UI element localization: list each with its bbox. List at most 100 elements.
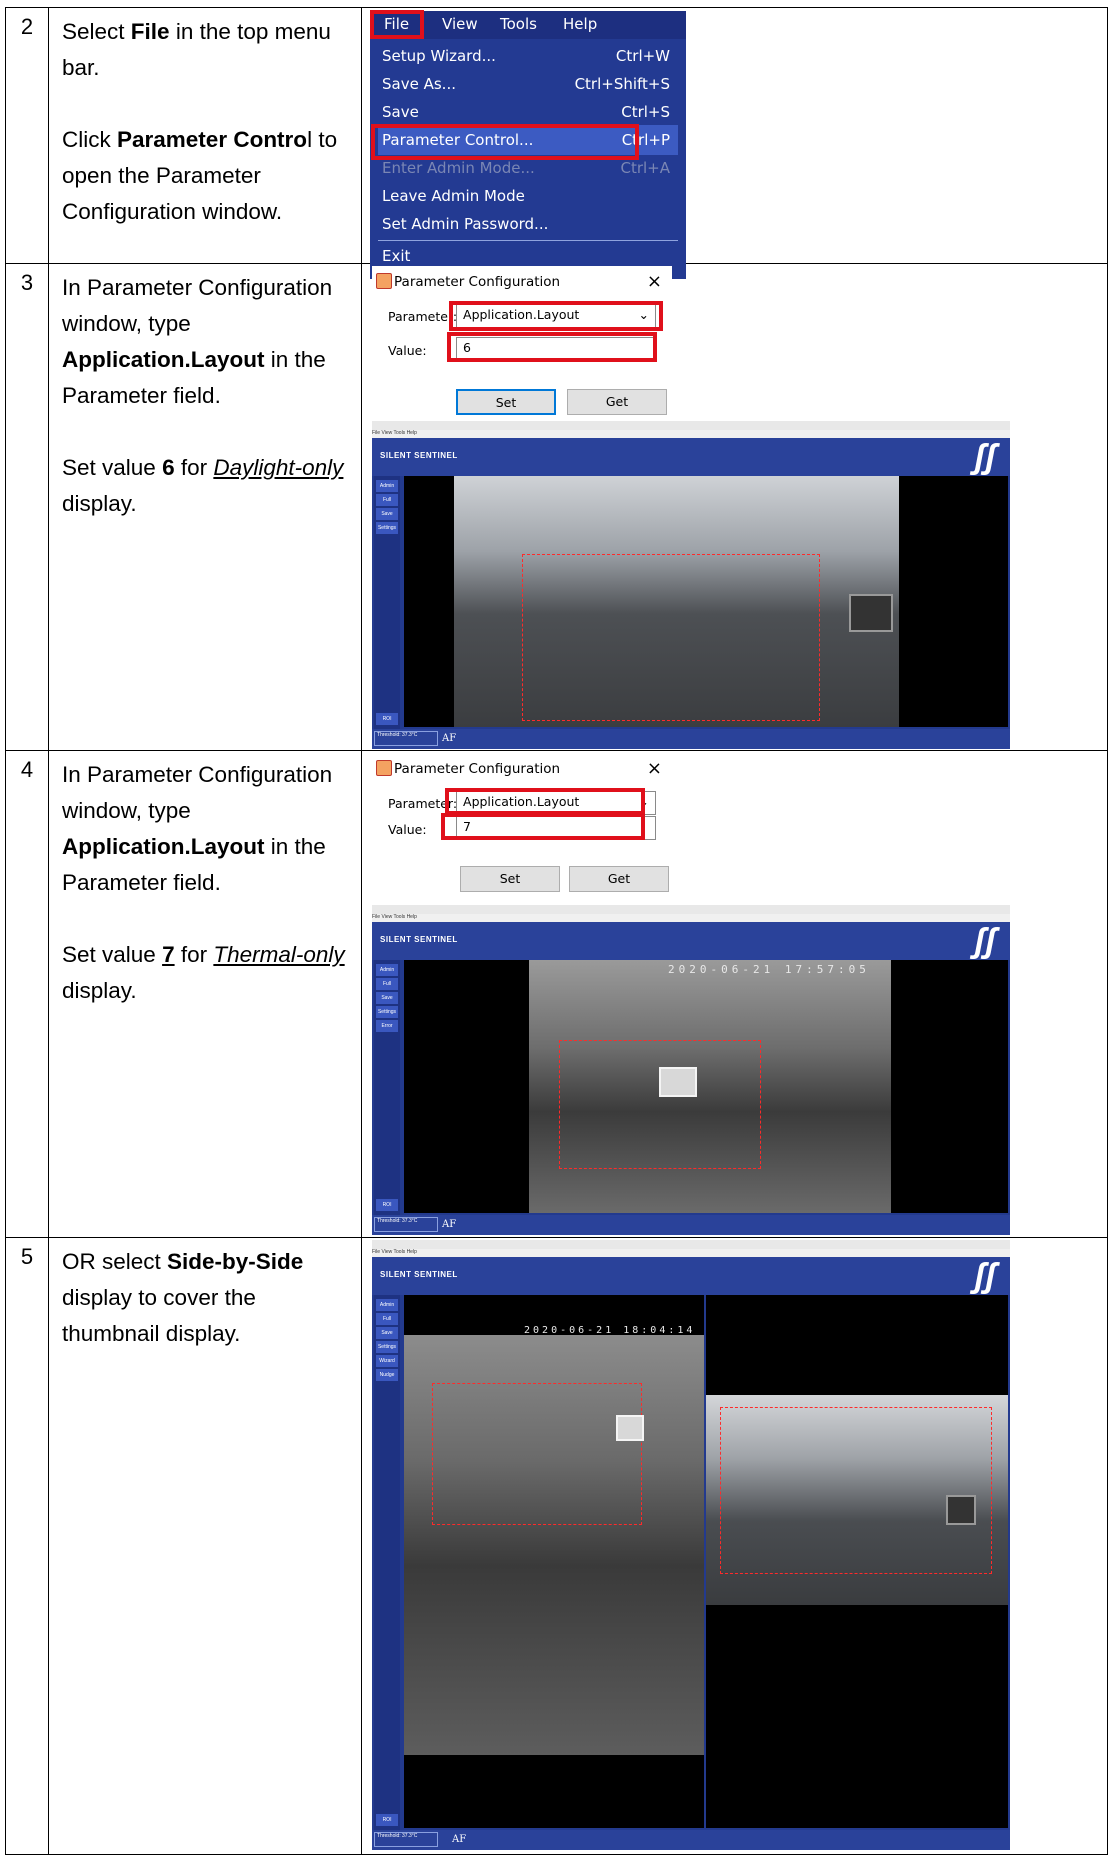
step-description: In Parameter Configuration window, type … (47, 263, 363, 751)
camera-unit (946, 1495, 977, 1525)
text-run: Set value (62, 942, 163, 967)
set-button[interactable]: Set (456, 389, 557, 415)
set-button[interactable]: Set (460, 866, 561, 892)
roi-button[interactable]: ROI (376, 1199, 399, 1211)
side-button-error[interactable]: Error (376, 1020, 399, 1032)
step-number: 3 (5, 263, 49, 751)
step-paragraph: Select File in the top menu bar. (62, 14, 353, 86)
text-run: Select (62, 19, 131, 44)
text-run: display. (62, 491, 137, 516)
app-icon (376, 273, 393, 289)
side-button-nudge[interactable]: Nudge (376, 1369, 399, 1381)
step-paragraph: Set value 7 for Thermal-only display. (62, 937, 353, 1009)
side-button-save[interactable]: Save (376, 992, 399, 1004)
close-icon[interactable]: × (647, 271, 662, 292)
text-run: Side-by-Side (167, 1249, 304, 1274)
menu-item-label: Setup Wizard... (382, 47, 496, 65)
step-description: OR select Side-by-Side display to cover … (47, 1237, 363, 1855)
menu-item[interactable]: Setup Wizard... Ctrl+W (378, 41, 678, 71)
text-run: Set value (62, 455, 163, 480)
step-paragraph: OR select Side-by-Side display to cover … (62, 1244, 353, 1352)
highlight-value (447, 332, 658, 362)
text-run: Click (62, 127, 117, 152)
timestamp: 2020-06-21 17:57:05 (668, 963, 870, 976)
roi-button[interactable]: ROI (376, 713, 399, 725)
thermal-video: 2020-06-21 17:57:05 (404, 960, 1009, 1213)
side-button-admin[interactable]: Admin (376, 480, 399, 492)
get-button[interactable]: Get (569, 866, 670, 892)
text-run: In Parameter Configuration window, type (62, 762, 333, 823)
side-button-wizard[interactable]: Wizard (376, 1355, 399, 1367)
text-run: 6 (162, 455, 175, 480)
menu-item-label: Save (382, 103, 419, 121)
app-header: SILENT SENTINEL ʃʃ (372, 1257, 1011, 1295)
menu-item-label: Leave Admin Mode (382, 187, 525, 205)
side-button-admin[interactable]: Admin (376, 964, 399, 976)
brand-logo: SILENT SENTINEL (380, 1270, 458, 1279)
side-panel: Admin Full Save Settings Error ROI (374, 960, 401, 1215)
step-row: 5 OR select Side-by-Side display to cove… (5, 1237, 1108, 1855)
menu-item[interactable]: Save As... Ctrl+Shift+S (378, 69, 678, 99)
highlight-file (370, 10, 425, 39)
highlight-parameter (449, 301, 664, 331)
threshold-readout: Threshold: 37.3°C (374, 731, 439, 746)
title-bar (372, 421, 1011, 430)
menu-item[interactable]: Save Ctrl+S (378, 97, 678, 127)
side-button-save[interactable]: Save (376, 508, 399, 520)
menu-item[interactable]: Leave Admin Mode (378, 181, 678, 211)
side-button-full[interactable]: Full (376, 494, 399, 506)
text-run: OR select (62, 1249, 168, 1274)
app-header: SILENT SENTINEL ʃʃ (372, 438, 1011, 476)
parameter-label: Parameter: (388, 309, 458, 324)
get-button[interactable]: Get (567, 389, 668, 415)
af-button[interactable]: AF (442, 1219, 456, 1230)
timestamp: 2020-06-21 18:04:14 (524, 1325, 696, 1336)
close-icon[interactable]: × (647, 758, 662, 779)
side-button-full[interactable]: Full (376, 1313, 399, 1325)
side-button-full[interactable]: Full (376, 978, 399, 990)
step-screenshot: File View Tools Help Setup Wizard... Ctrl… (361, 7, 1108, 279)
app-window-daylight: File View Tools Help SILENT SENTINEL ʃʃ … (372, 421, 1011, 749)
side-button-settings[interactable]: Settings (376, 1341, 399, 1353)
app-menu-bar: File View Tools Help (372, 1249, 1011, 1257)
step-description: In Parameter Configuration window, type … (47, 750, 363, 1238)
step-row: 4 In Parameter Configuration window, typ… (5, 750, 1108, 1238)
roi-box (720, 1407, 993, 1574)
step-paragraph: Set value 6 for Daylight-only display. (62, 450, 353, 522)
menu-tools[interactable]: Tools (500, 15, 537, 33)
side-button-settings[interactable]: Settings (376, 1006, 399, 1018)
side-panel: Admin Full Save Settings Wizard Nudge ROI (374, 1295, 401, 1830)
app-header: SILENT SENTINEL ʃʃ (372, 922, 1011, 960)
menu-item-shortcut: Ctrl+S (621, 103, 671, 121)
menu-help[interactable]: Help (563, 15, 597, 33)
dialog-title: Parameter Configuration (394, 274, 561, 290)
roi-box (522, 554, 821, 721)
af-button[interactable]: AF (452, 1834, 466, 1845)
thermal-video: 2020-06-21 18:04:14 (404, 1295, 705, 1828)
side-panel: Admin Full Save Settings ROI (374, 476, 401, 729)
menu-item[interactable]: Set Admin Password... (378, 209, 678, 239)
status-bar: Threshold: 37.3°C AF (372, 1215, 1011, 1235)
text-run: Parameter Contro (117, 127, 308, 152)
text-run: In Parameter Configuration window, type (62, 275, 333, 336)
threshold-readout: Threshold: 37.3°C (374, 1217, 439, 1232)
app-icon (376, 760, 393, 776)
side-button-admin[interactable]: Admin (376, 1299, 399, 1311)
step-paragraph: In Parameter Configuration window, type … (62, 757, 353, 901)
step-number: 4 (5, 750, 49, 1238)
side-button-save[interactable]: Save (376, 1327, 399, 1339)
app-window-side-by-side: File View Tools Help SILENT SENTINEL ʃʃ … (372, 1240, 1011, 1850)
text-run: Thermal-only (213, 942, 345, 967)
daylight-video (706, 1295, 1009, 1828)
app-menu-bar: File View Tools Help (372, 914, 1011, 922)
side-button-settings[interactable]: Settings (376, 522, 399, 534)
status-bar: Threshold: 37.3°C AF (372, 1830, 1011, 1850)
menu-item-label: Save As... (382, 75, 456, 93)
af-button[interactable]: AF (442, 733, 456, 744)
step-screenshot: Parameter Configuration × Parameter: App… (361, 750, 1108, 1238)
roi-button[interactable]: ROI (376, 1814, 399, 1826)
menu-view[interactable]: View (442, 15, 478, 33)
step-row: 3 In Parameter Configuration window, typ… (5, 263, 1108, 751)
